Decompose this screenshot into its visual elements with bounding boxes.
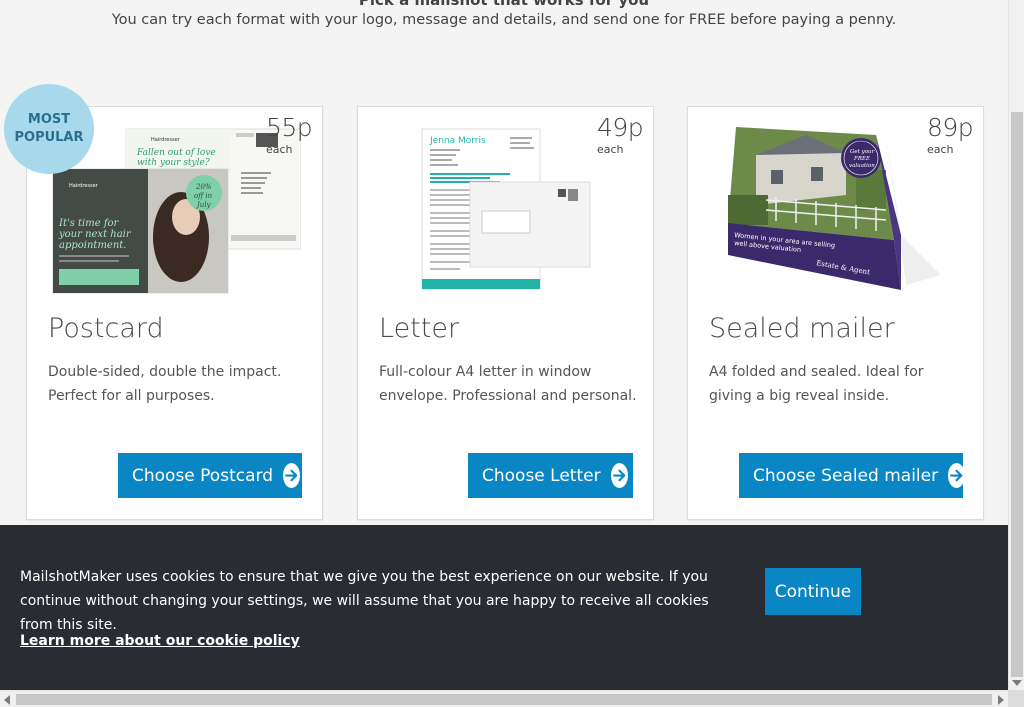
svg-text:FREE: FREE	[853, 156, 870, 162]
svg-text:your next hair: your next hair	[58, 229, 132, 240]
sealed-mailer-image: Women in your area are selling well abov…	[726, 125, 941, 300]
postcard-back-brand: Hairdresser	[151, 137, 181, 143]
price-unit: each	[266, 143, 293, 156]
button-label: Choose Postcard	[132, 465, 273, 486]
arrow-right-icon	[610, 463, 628, 488]
vertical-scrollbar[interactable]	[1008, 0, 1024, 690]
vertical-scroll-thumb[interactable]	[1011, 112, 1023, 677]
price: 55p each	[266, 113, 313, 156]
choose-sealed-mailer-button[interactable]: Choose Sealed mailer	[739, 453, 966, 498]
cookie-policy-link[interactable]: Learn more about our cookie policy	[20, 633, 300, 649]
horizontal-scrollbar[interactable]	[0, 690, 1008, 707]
price-unit: each	[927, 143, 954, 156]
svg-text:with your style?: with your style?	[137, 158, 210, 168]
cookie-banner: MailshotMaker uses cookies to ensure tha…	[0, 525, 1008, 690]
card-description: Full-colour A4 letter in window envelope…	[379, 364, 637, 404]
arrow-right-icon	[282, 463, 300, 488]
svg-text:off in: off in	[194, 192, 213, 200]
horizontal-scroll-thumb[interactable]	[16, 694, 992, 705]
svg-text:20%: 20%	[195, 183, 212, 191]
product-card-letter[interactable]: Jenna Morris 49p each Letter Full-colour…	[357, 106, 654, 520]
cookie-message: MailshotMaker uses cookies to ensure tha…	[20, 569, 709, 633]
card-title: Sealed mailer	[709, 313, 895, 344]
product-card-sealed-mailer[interactable]: Women in your area are selling well abov…	[687, 106, 984, 520]
card-title: Postcard	[48, 313, 164, 344]
scroll-left-arrow-icon[interactable]	[4, 695, 10, 705]
badge-line-2: POPULAR	[14, 130, 84, 145]
choose-postcard-button[interactable]: Choose Postcard	[118, 453, 302, 498]
arrow-right-icon	[948, 463, 966, 488]
button-label: Choose Sealed mailer	[753, 465, 939, 486]
svg-text:Get your: Get your	[850, 149, 875, 155]
price-amount: 55p	[266, 113, 313, 142]
scroll-right-arrow-icon[interactable]	[998, 695, 1004, 705]
section-heading: Pick a mailshot that works for you	[358, 0, 650, 9]
most-popular-badge: MOST POPULAR	[4, 84, 94, 174]
svg-text:It's time for: It's time for	[58, 218, 120, 229]
card-title: Letter	[379, 313, 460, 344]
cookie-continue-button[interactable]: Continue	[765, 568, 861, 615]
price: 89p each	[927, 113, 974, 156]
price-amount: 89p	[927, 113, 974, 142]
choose-letter-button[interactable]: Choose Letter	[468, 453, 633, 498]
section-subtitle: You can try each format with your logo, …	[111, 12, 897, 28]
price-unit: each	[597, 143, 624, 156]
page: Pick a mailshot that works for you You c…	[0, 0, 1008, 690]
price-amount: 49p	[597, 113, 644, 142]
svg-text:Fallen out of love: Fallen out of love	[136, 148, 216, 158]
svg-text:July: July	[195, 201, 212, 209]
card-description: Double-sided, double the impact. Perfect…	[48, 364, 282, 404]
scrollbar-corner	[1008, 690, 1024, 707]
svg-text:valuation: valuation	[849, 163, 875, 169]
card-description: A4 folded and sealed. Ideal for giving a…	[709, 364, 924, 404]
svg-text:Hairdresser: Hairdresser	[69, 183, 99, 189]
svg-text:appointment.: appointment.	[59, 240, 126, 251]
badge-line-1: MOST	[27, 112, 71, 127]
price: 49p each	[597, 113, 644, 156]
scroll-down-arrow-icon[interactable]	[1012, 680, 1022, 686]
letter-sender-name: Jenna Morris	[429, 136, 486, 146]
letter-image: Jenna Morris	[420, 127, 600, 292]
postcard-image: Hairdresser Fallen out of love with your…	[51, 127, 302, 297]
button-label: Choose Letter	[482, 465, 601, 486]
